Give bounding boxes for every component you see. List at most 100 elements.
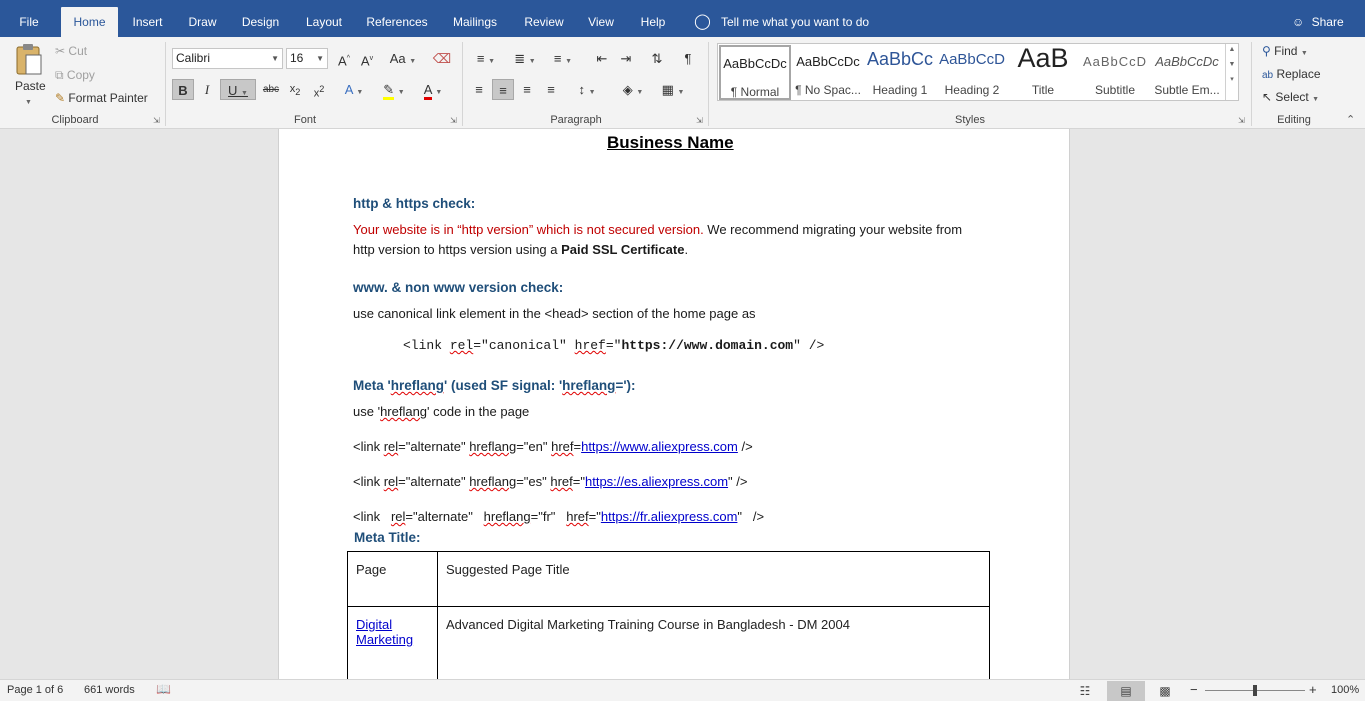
subscript-icon[interactable]: x2 xyxy=(284,79,306,100)
style-subtitle[interactable]: AaBbCcD Subtitle xyxy=(1079,45,1151,100)
paragraph-launcher-icon[interactable]: ⇲ xyxy=(696,116,703,125)
strikethrough-icon[interactable]: abc xyxy=(260,79,282,100)
font-size-select[interactable]: 16 ▼ xyxy=(286,48,328,69)
align-right-icon[interactable]: ≡ xyxy=(516,79,538,100)
chevron-down-icon: ▼ xyxy=(1300,50,1308,57)
document-canvas: Business Name http & https check: Your w… xyxy=(0,129,1365,679)
chevron-down-icon[interactable]: ▼ xyxy=(1226,61,1238,68)
page-count[interactable]: Page 1 of 6 xyxy=(7,684,63,696)
web-layout-icon[interactable]: ▩ xyxy=(1146,681,1184,701)
print-layout-icon[interactable]: ▤ xyxy=(1107,681,1145,701)
table-cell[interactable]: Page xyxy=(347,551,438,607)
document-page[interactable]: Business Name http & https check: Your w… xyxy=(278,129,1070,679)
digital-marketing-link[interactable]: Digital Marketing xyxy=(356,617,413,647)
heading-www-check: www. & non www version check: xyxy=(353,280,564,295)
font-launcher-icon[interactable]: ⇲ xyxy=(450,116,457,125)
tab-mailings[interactable]: Mailings xyxy=(445,7,505,37)
select-button[interactable]: ↖ Select ▼ xyxy=(1262,90,1319,104)
copy-button[interactable]: ⧉ Copy xyxy=(55,68,95,83)
table-cell[interactable]: Digital Marketing xyxy=(347,606,438,679)
style-no-spacing[interactable]: AaBbCcDc ¶ No Spac... xyxy=(792,45,864,100)
superscript-icon[interactable]: x2 xyxy=(308,79,330,100)
cut-button[interactable]: ✂ Cut xyxy=(55,44,87,58)
decrease-indent-icon[interactable]: ⇤ xyxy=(591,48,613,69)
clipboard-launcher-icon[interactable]: ⇲ xyxy=(153,116,160,125)
paste-button[interactable] xyxy=(14,43,44,77)
group-divider xyxy=(165,42,166,126)
text-effects-icon[interactable]: A ▼ xyxy=(338,79,370,100)
highlight-color-icon[interactable]: ✎ ▼ xyxy=(376,79,412,100)
tab-view[interactable]: View xyxy=(582,7,620,37)
bold-button[interactable]: B xyxy=(172,79,194,100)
document-title: Business Name xyxy=(607,133,734,152)
style-title[interactable]: AaB Title xyxy=(1007,43,1079,100)
heading-http-check: http & https check: xyxy=(353,196,476,211)
grow-font-icon[interactable]: A^ xyxy=(333,48,355,69)
zoom-in-icon[interactable]: + xyxy=(1309,682,1317,697)
format-painter-button[interactable]: ✎ Format Painter xyxy=(55,91,148,105)
find-button[interactable]: ⚲ Find ▼ xyxy=(1262,44,1308,58)
replace-button[interactable]: ab Replace xyxy=(1262,67,1321,81)
zoom-level[interactable]: 100% xyxy=(1331,684,1359,696)
paste-label[interactable]: Paste xyxy=(15,79,46,93)
justify-icon[interactable]: ≡ xyxy=(540,79,562,100)
clear-formatting-icon[interactable]: ⌫ xyxy=(431,48,453,69)
tab-review[interactable]: Review xyxy=(518,7,570,37)
show-paragraph-marks-icon[interactable]: ¶ xyxy=(677,48,699,69)
paragraph-group-label: Paragraph xyxy=(550,114,602,126)
font-name-select[interactable]: Calibri ▼ xyxy=(172,48,283,69)
hreflang-link-en: <link rel="alternate" hreflang="en" href… xyxy=(353,439,753,454)
person-icon: ☺ xyxy=(1292,15,1305,29)
tab-insert[interactable]: Insert xyxy=(125,7,170,37)
underline-button[interactable]: U ▼ xyxy=(220,79,256,100)
change-case-icon[interactable]: Aa ▼ xyxy=(386,48,420,69)
gallery-more-icon[interactable]: ▾ xyxy=(1226,75,1238,83)
font-color-icon[interactable]: A ▼ xyxy=(416,79,450,100)
aliexpress-es-link[interactable]: https://es.aliexpress.com xyxy=(585,474,728,489)
style-subtle-emphasis[interactable]: AaBbCcDc Subtle Em... xyxy=(1151,45,1223,100)
tab-help[interactable]: Help xyxy=(633,7,673,37)
shrink-font-icon[interactable]: Av xyxy=(356,48,378,69)
status-bar: Page 1 of 6 661 words 📖 ☷ ▤ ▩ − + 100% xyxy=(0,679,1365,701)
clipboard-icon xyxy=(16,44,42,75)
align-left-icon[interactable]: ≡ xyxy=(468,79,490,100)
tab-draw[interactable]: Draw xyxy=(181,7,224,37)
table-cell[interactable]: Suggested Page Title xyxy=(437,551,990,607)
chevron-up-icon[interactable]: ▲ xyxy=(1226,46,1238,53)
tab-layout[interactable]: Layout xyxy=(298,7,350,37)
style-heading-2[interactable]: AaBbCcD Heading 2 xyxy=(936,45,1008,100)
font-group-label: Font xyxy=(293,114,316,126)
shading-icon[interactable]: ◈ ▼ xyxy=(616,79,650,100)
bullets-icon[interactable]: ≡ ▼ xyxy=(470,48,502,69)
word-count[interactable]: 661 words xyxy=(84,684,135,696)
copy-icon: ⧉ xyxy=(55,68,64,82)
numbering-icon[interactable]: ≣ ▼ xyxy=(508,48,542,69)
share-button[interactable]: ☺ Share xyxy=(1292,7,1344,37)
borders-icon[interactable]: ▦ ▼ xyxy=(656,79,690,100)
tab-file[interactable]: File xyxy=(8,7,50,37)
proofing-icon[interactable]: 📖 xyxy=(156,682,171,696)
tab-design[interactable]: Design xyxy=(236,7,285,37)
styles-launcher-icon[interactable]: ⇲ xyxy=(1238,116,1245,125)
share-label: Share xyxy=(1311,15,1344,29)
collapse-ribbon-icon[interactable]: ⌃ xyxy=(1346,113,1355,126)
aliexpress-link[interactable]: https://www.aliexpress.com xyxy=(581,439,738,454)
sort-icon[interactable]: ⇅ xyxy=(646,48,668,69)
styles-gallery-scroll[interactable]: ▲ ▼ ▾ xyxy=(1225,44,1238,100)
tab-home[interactable]: Home xyxy=(61,7,118,37)
read-mode-icon[interactable]: ☷ xyxy=(1066,681,1104,701)
aliexpress-fr-link[interactable]: https://fr.aliexpress.com xyxy=(601,509,738,524)
tab-references[interactable]: References xyxy=(362,7,432,37)
italic-button[interactable]: I xyxy=(196,79,218,100)
multilevel-list-icon[interactable]: ≡ ▼ xyxy=(546,48,580,69)
increase-indent-icon[interactable]: ⇥ xyxy=(615,48,637,69)
zoom-out-icon[interactable]: − xyxy=(1190,682,1198,697)
align-center-icon[interactable]: ≡ xyxy=(492,79,514,100)
paste-dropdown-arrow-icon[interactable]: ▼ xyxy=(25,93,32,107)
style-normal[interactable]: AaBbCcDc ¶ Normal xyxy=(719,45,791,100)
table-cell[interactable]: Advanced Digital Marketing Training Cour… xyxy=(437,606,990,679)
zoom-slider-thumb[interactable] xyxy=(1253,685,1257,696)
line-spacing-icon[interactable]: ↕ ▼ xyxy=(570,79,604,100)
chevron-down-icon: ▼ xyxy=(271,54,279,63)
style-heading-1[interactable]: AaBbCc Heading 1 xyxy=(864,45,936,100)
